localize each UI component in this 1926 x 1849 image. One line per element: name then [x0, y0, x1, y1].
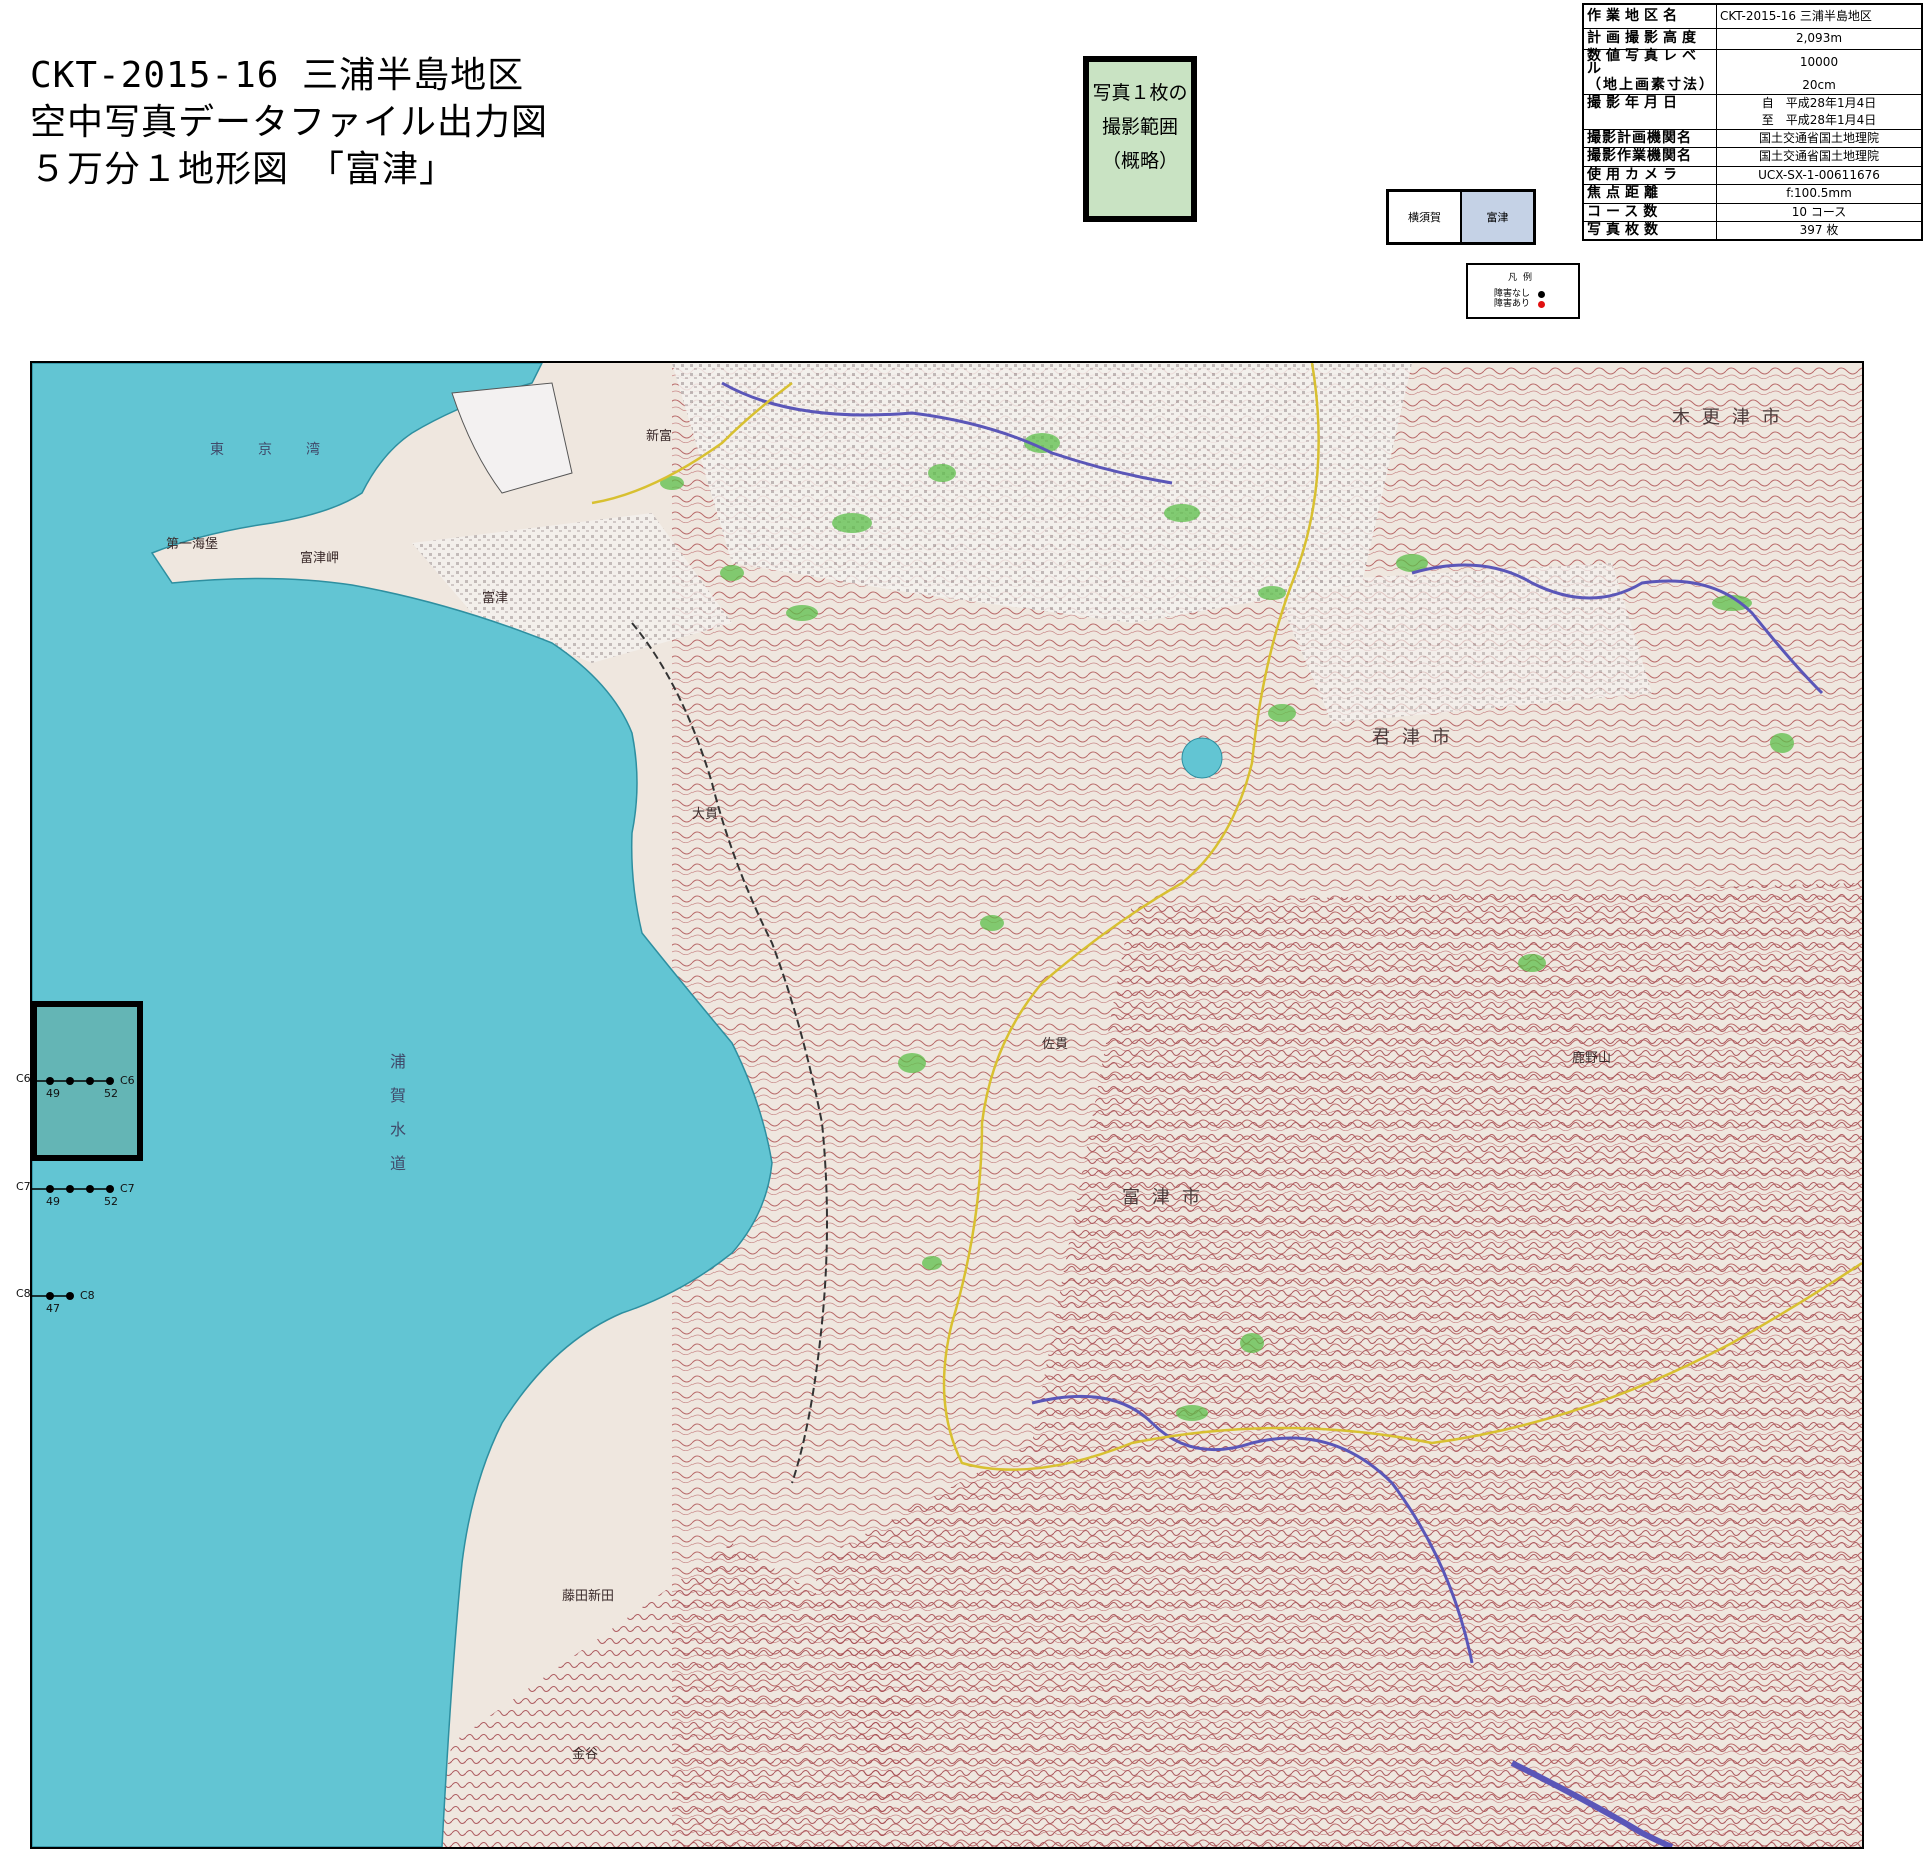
info-key: 計画撮影高度 [1582, 28, 1717, 50]
info-key: 撮影計画機関名 [1582, 128, 1717, 149]
info-value: 国土交通省国土地理院 [1716, 147, 1923, 167]
label-sanuki: 佐貫 [1042, 1037, 1069, 1052]
legend-item-ok: 障害なし [1494, 289, 1546, 299]
label-tokyo-bay: 東京湾 [210, 442, 354, 458]
table-row: 数値写真レベル 10000 [1582, 48, 1923, 77]
table-row: 撮影計画機関名 国土交通省国土地理院 [1582, 128, 1923, 149]
coverage-line-2: 撮影範囲 [1101, 116, 1178, 138]
info-key: コース数 [1582, 202, 1717, 222]
info-value: 2,093m [1716, 28, 1923, 50]
legend-label-ng: 障害あり [1494, 299, 1531, 309]
table-row: 撮影年月日自 平成28年1月4日 [1582, 94, 1923, 112]
table-row: 作業地区名 CKT-2015-16 三浦半島地区 [1582, 3, 1923, 30]
info-value: 国土交通省国土地理院 [1716, 128, 1923, 149]
photo-center-dot[interactable] [66, 1185, 74, 1193]
table-row: 撮影作業機関名 国土交通省国土地理院 [1582, 147, 1923, 167]
project-info-table: 作業地区名 CKT-2015-16 三浦半島地区 計画撮影高度 2,093m 数値写… [1582, 3, 1923, 241]
black-dot-icon [1538, 290, 1546, 298]
label-daiichi-kaiho: 第一海堡 [166, 537, 219, 552]
info-key [1582, 111, 1717, 130]
photo-center-dot[interactable] [106, 1077, 114, 1085]
info-key: （地上画素寸法） [1582, 76, 1717, 96]
coverage-line-1: 写真１枚の [1092, 82, 1188, 104]
flight-course-label-end: C6 [120, 1074, 135, 1087]
info-value: 20cm [1716, 76, 1923, 96]
legend-item-ng: 障害あり [1494, 299, 1546, 309]
label-uraga-channel: 浦賀水道 [387, 1053, 406, 1189]
lake [1181, 737, 1223, 779]
title-line-1: CKT-2015-16 三浦半島地区 [30, 55, 525, 96]
table-row: 至 平成28年1月4日 [1582, 111, 1923, 130]
info-key: 写真枚数 [1582, 220, 1717, 241]
map-title: CKT-2015-16 三浦半島地区 空中写真データファイル出力図 ５万分１地形… [30, 52, 548, 193]
info-value: UCX-SX-1-00611676 [1716, 165, 1923, 186]
label-futtsu-cape: 富津岬 [300, 551, 340, 566]
table-row: コース数 10 コース [1582, 202, 1923, 222]
photo-coverage-sample: 写真１枚の 撮影範囲 （概略） [1083, 56, 1197, 222]
info-key: 使用カメラ [1582, 165, 1717, 186]
info-value: 10 コース [1716, 202, 1923, 222]
info-value: 自 平成28年1月4日 [1716, 94, 1923, 112]
flight-photo-start: 49 [46, 1087, 60, 1100]
table-row: 写真枚数 397 枚 [1582, 220, 1923, 241]
flight-photo-end: 52 [104, 1195, 118, 1208]
flight-photo-start: 47 [46, 1302, 60, 1315]
table-row: 使用カメラ UCX-SX-1-00611676 [1582, 165, 1923, 186]
info-key: 焦点距離 [1582, 184, 1717, 204]
title-line-3: ５万分１地形図 「富津」 [30, 149, 457, 190]
flight-photo-start: 49 [46, 1195, 60, 1208]
info-key: 撮影年月日 [1582, 94, 1717, 112]
info-value: CKT-2015-16 三浦半島地区 [1716, 3, 1923, 30]
sheet-yokosuka[interactable]: 横須賀 [1389, 192, 1460, 242]
photo-center-dot[interactable] [66, 1292, 74, 1300]
sheet-futtsu[interactable]: 富津 [1460, 192, 1533, 242]
photo-center-dot[interactable] [46, 1077, 54, 1085]
label-kisarazu-city: 木更津市 [1672, 407, 1792, 428]
info-value: 10000 [1716, 48, 1923, 77]
topographic-map[interactable]: 東京湾 浦賀水道 富津市 君津市 木更津市 富津 富津岬 第一海堡 新富 大貫 … [30, 361, 1864, 1849]
info-key: 作業地区名 [1582, 3, 1717, 30]
info-value: f:100.5mm [1716, 184, 1923, 204]
label-kimitsu-city: 君津市 [1372, 727, 1462, 748]
legend-title: 凡例 [1507, 273, 1538, 283]
info-value: 397 枚 [1716, 220, 1923, 241]
map-canvas [32, 363, 1862, 1847]
photo-center-dot[interactable] [66, 1077, 74, 1085]
photo-center-dot[interactable] [86, 1077, 94, 1085]
table-row: 計画撮影高度 2,093m [1582, 28, 1923, 50]
photo-center-dot[interactable] [46, 1292, 54, 1300]
label-futtsu: 富津 [482, 591, 509, 606]
label-shinden: 藤田新田 [562, 1589, 615, 1604]
coverage-line-3: （概略） [1101, 150, 1178, 172]
label-futtsu-city: 富津市 [1122, 1187, 1212, 1208]
photo-center-dot[interactable] [86, 1185, 94, 1193]
legend-label-ok: 障害なし [1494, 289, 1531, 299]
info-key: 撮影作業機関名 [1582, 147, 1717, 167]
title-line-2: 空中写真データファイル出力図 [30, 102, 549, 143]
flight-course-label-start: C6 [16, 1072, 31, 1085]
legend: 凡例 障害なし 障害あり [1466, 263, 1580, 319]
flight-course-label-start: C8 [16, 1287, 31, 1300]
table-row: 焦点距離 f:100.5mm [1582, 184, 1923, 204]
sheet-index: 横須賀 富津 [1386, 189, 1536, 245]
photo-center-dot[interactable] [106, 1185, 114, 1193]
red-dot-icon [1538, 300, 1546, 308]
label-onuki: 大貫 [692, 807, 719, 822]
table-row: （地上画素寸法） 20cm [1582, 76, 1923, 96]
flight-course-label-end: C8 [80, 1289, 95, 1302]
info-key: 数値写真レベル [1582, 48, 1717, 77]
label-kanozan: 鹿野山 [1572, 1051, 1612, 1066]
label-kanaya: 金谷 [572, 1747, 599, 1762]
flight-photo-end: 52 [104, 1087, 118, 1100]
info-value: 至 平成28年1月4日 [1716, 111, 1923, 130]
flight-course-label-end: C7 [120, 1182, 135, 1195]
label-shinfutsu: 新富 [646, 429, 673, 444]
flight-course-label-start: C7 [16, 1180, 31, 1193]
photo-center-dot[interactable] [46, 1185, 54, 1193]
